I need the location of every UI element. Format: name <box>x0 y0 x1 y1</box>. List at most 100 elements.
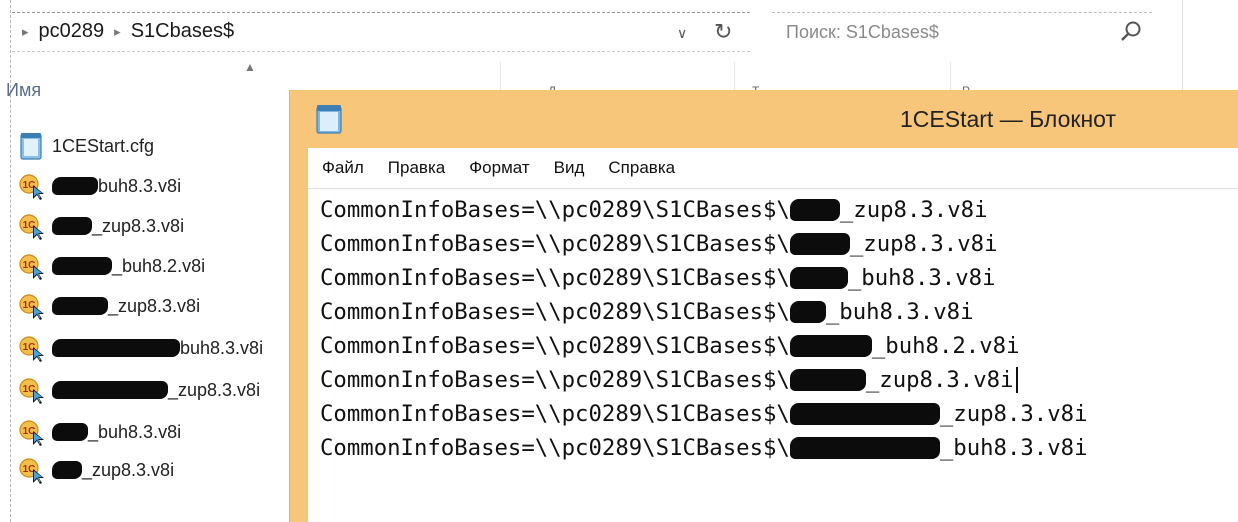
text-line: CommonInfoBases=\\pc0289\S1CBases$\ _buh8… <box>320 433 1088 463</box>
redaction-mark <box>52 177 98 195</box>
text-line-filename: _buh8.3.v8i <box>825 299 974 325</box>
text-line-path: CommonInfoBases=\\pc0289\S1CBases$\ <box>320 333 790 359</box>
1c-base-icon: 1C <box>19 174 44 200</box>
file-list-item[interactable]: 1C buh8.3.v8i <box>16 330 296 366</box>
file-name-text: buh8.3.v8i <box>98 175 182 196</box>
redaction-mark <box>52 381 168 399</box>
file-list-item[interactable]: 1C _zup8.3.v8i <box>16 372 296 408</box>
text-line-filename: _zup8.3.v8i <box>865 367 1014 393</box>
file-list-item[interactable]: 1C buh8.3.v8i <box>16 168 296 204</box>
1c-base-icon: 1C <box>19 336 44 362</box>
redaction-mark <box>789 199 840 221</box>
file-list-item[interactable]: 1CEStart.cfg <box>16 128 296 164</box>
file-name-text: _buh8.3.v8i <box>88 421 182 442</box>
text-line-path: CommonInfoBases=\\pc0289\S1CBases$\ <box>320 265 790 291</box>
text-line: CommonInfoBases=\\pc0289\S1CBases$\ _buh8… <box>320 297 974 327</box>
text-line-filename: _buh8.2.v8i <box>871 333 1020 359</box>
file-name: _buh8.3.v8i <box>52 422 181 443</box>
file-list-item[interactable]: 1C _buh8.3.v8i <box>16 414 296 450</box>
1c-base-icon: 1C <box>19 458 44 484</box>
file-name: _zup8.3.v8i <box>52 380 260 401</box>
address-bar[interactable]: ▸ pc0289 ▸ S1Cbases$ ∨ ↻ <box>12 12 750 52</box>
text-line: CommonInfoBases=\\pc0289\S1CBases$\ _buh8… <box>320 263 996 293</box>
1c-base-icon: 1C <box>19 378 44 404</box>
menu-edit[interactable]: Правка <box>376 158 457 178</box>
file-name: 1CEStart.cfg <box>52 136 154 157</box>
menu-format[interactable]: Формат <box>457 158 541 178</box>
text-file-icon <box>20 133 42 160</box>
file-name-text: _zup8.3.v8i <box>108 295 201 316</box>
notepad-title: 1CEStart — Блокнот <box>900 106 1116 132</box>
file-name-text: buh8.3.v8i <box>180 337 264 358</box>
text-line: CommonInfoBases=\\pc0289\S1CBases$\ _zup8… <box>320 229 998 259</box>
redaction-mark <box>789 267 848 289</box>
text-line-filename: _buh8.3.v8i <box>847 265 996 291</box>
search-input[interactable] <box>784 19 1088 45</box>
file-name-text: 1CEStart.cfg <box>52 135 155 156</box>
file-name-text: _zup8.3.v8i <box>168 379 261 400</box>
text-line-path: CommonInfoBases=\\pc0289\S1CBases$\ <box>320 435 790 461</box>
text-line: CommonInfoBases=\\pc0289\S1CBases$\ _zup8… <box>320 365 1018 395</box>
text-line-path: CommonInfoBases=\\pc0289\S1CBases$\ <box>320 231 790 257</box>
file-list-item[interactable]: 1C _zup8.3.v8i <box>16 288 296 324</box>
notepad-app-icon[interactable] <box>316 104 342 134</box>
redaction-mark <box>52 461 82 479</box>
text-line: CommonInfoBases=\\pc0289\S1CBases$\ _zup8… <box>320 195 988 225</box>
sort-ascending-icon: ▲ <box>244 60 256 74</box>
notepad-client-area: Файл Правка Формат Вид Справка CommonInf… <box>308 148 1238 522</box>
text-caret <box>1015 367 1018 393</box>
search-box[interactable] <box>772 12 1152 51</box>
redaction-mark <box>789 335 872 357</box>
redaction-mark <box>789 437 940 459</box>
file-name-text: _zup8.3.v8i <box>82 459 175 480</box>
file-name: buh8.3.v8i <box>52 338 263 359</box>
redaction-mark <box>52 257 112 275</box>
notepad-titlebar[interactable]: 1CEStart — Блокнот <box>290 90 1238 148</box>
text-line-path: CommonInfoBases=\\pc0289\S1CBases$\ <box>320 299 790 325</box>
file-name: buh8.3.v8i <box>52 176 181 197</box>
text-line-path: CommonInfoBases=\\pc0289\S1CBases$\ <box>320 197 790 223</box>
redaction-mark <box>52 423 88 441</box>
file-name: _buh8.2.v8i <box>52 256 205 277</box>
breadcrumb-item-computer[interactable]: pc0289 <box>39 20 105 43</box>
file-list-item[interactable]: 1C _zup8.3.v8i <box>16 208 296 244</box>
breadcrumb-item-folder[interactable]: S1Cbases$ <box>131 20 234 43</box>
menu-help[interactable]: Справка <box>596 158 687 178</box>
redaction-mark <box>789 403 940 425</box>
text-line: CommonInfoBases=\\pc0289\S1CBases$\ _buh8… <box>320 331 1020 361</box>
file-list-item[interactable]: 1C _buh8.2.v8i <box>16 248 296 284</box>
menu-file[interactable]: Файл <box>308 158 376 178</box>
notepad-window: 1CEStart — Блокнот Файл Правка Формат Ви… <box>290 90 1238 522</box>
redaction-mark <box>52 217 92 235</box>
text-line: CommonInfoBases=\\pc0289\S1CBases$\ _zup8… <box>320 399 1088 429</box>
file-name-text: _zup8.3.v8i <box>92 215 185 236</box>
text-line-filename: _zup8.3.v8i <box>849 231 998 257</box>
address-history-dropdown-icon[interactable]: ∨ <box>677 25 687 42</box>
file-name: _zup8.3.v8i <box>52 216 184 237</box>
redaction-mark <box>789 301 826 323</box>
breadcrumb-chevron-icon[interactable]: ▸ <box>114 24 121 40</box>
file-list-item[interactable]: 1C _zup8.3.v8i <box>16 452 296 488</box>
file-name: _zup8.3.v8i <box>52 460 174 481</box>
redaction-mark <box>789 369 866 391</box>
1c-base-icon: 1C <box>19 214 44 240</box>
breadcrumb-chevron-icon[interactable]: ▸ <box>22 24 29 40</box>
menu-view[interactable]: Вид <box>542 158 597 178</box>
breadcrumb: ▸ pc0289 ▸ S1Cbases$ <box>22 20 234 43</box>
text-line-filename: _zup8.3.v8i <box>939 401 1088 427</box>
text-line-filename: _zup8.3.v8i <box>839 197 988 223</box>
search-icon[interactable] <box>1118 19 1144 45</box>
redaction-mark <box>789 233 850 255</box>
notepad-menubar: Файл Правка Формат Вид Справка <box>308 148 1238 189</box>
refresh-icon[interactable]: ↻ <box>714 19 732 45</box>
file-name: _zup8.3.v8i <box>52 296 200 317</box>
text-line-filename: _buh8.3.v8i <box>939 435 1088 461</box>
redaction-mark <box>52 297 108 315</box>
column-header-name[interactable]: Имя <box>6 80 41 101</box>
notepad-text-area[interactable]: CommonInfoBases=\\pc0289\S1CBases$\ _zup8… <box>308 189 1238 522</box>
file-name-text: _buh8.2.v8i <box>112 255 206 276</box>
text-line-path: CommonInfoBases=\\pc0289\S1CBases$\ <box>320 367 790 393</box>
text-line-path: CommonInfoBases=\\pc0289\S1CBases$\ <box>320 401 790 427</box>
1c-base-icon: 1C <box>19 294 44 320</box>
redaction-mark <box>52 339 180 357</box>
